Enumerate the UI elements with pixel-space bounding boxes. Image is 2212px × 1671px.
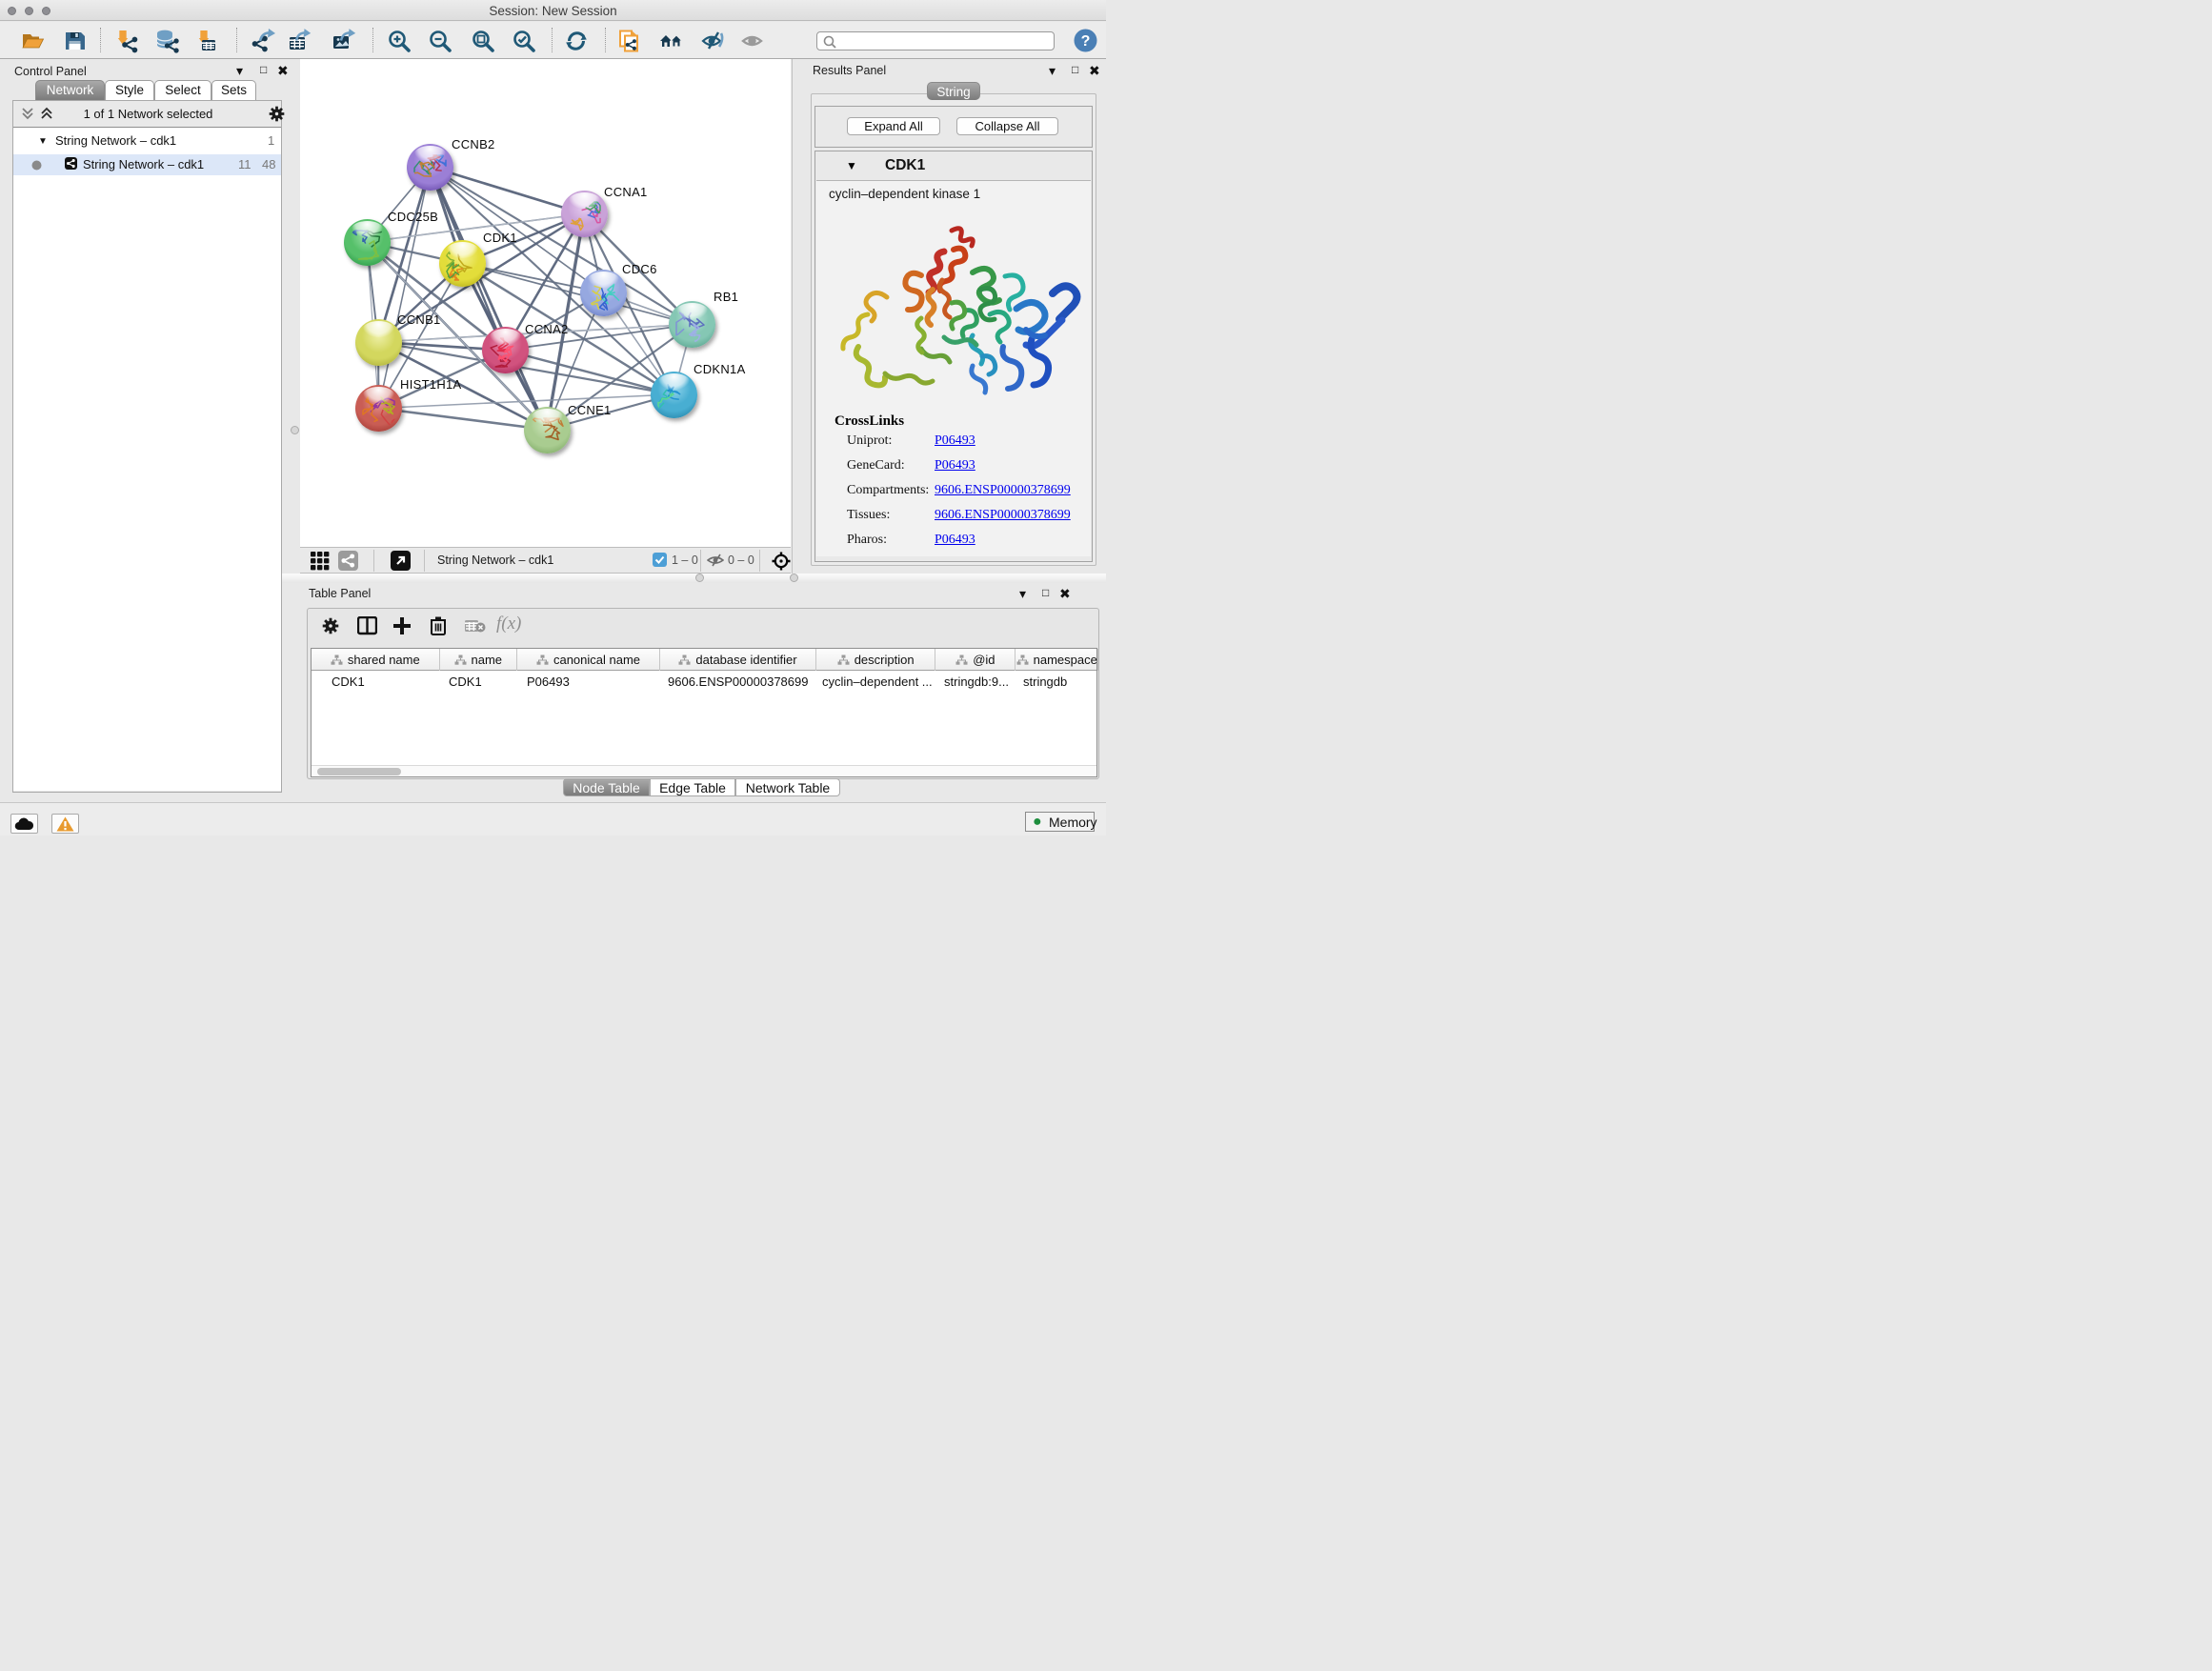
svg-text:?: ? [1081,33,1091,50]
